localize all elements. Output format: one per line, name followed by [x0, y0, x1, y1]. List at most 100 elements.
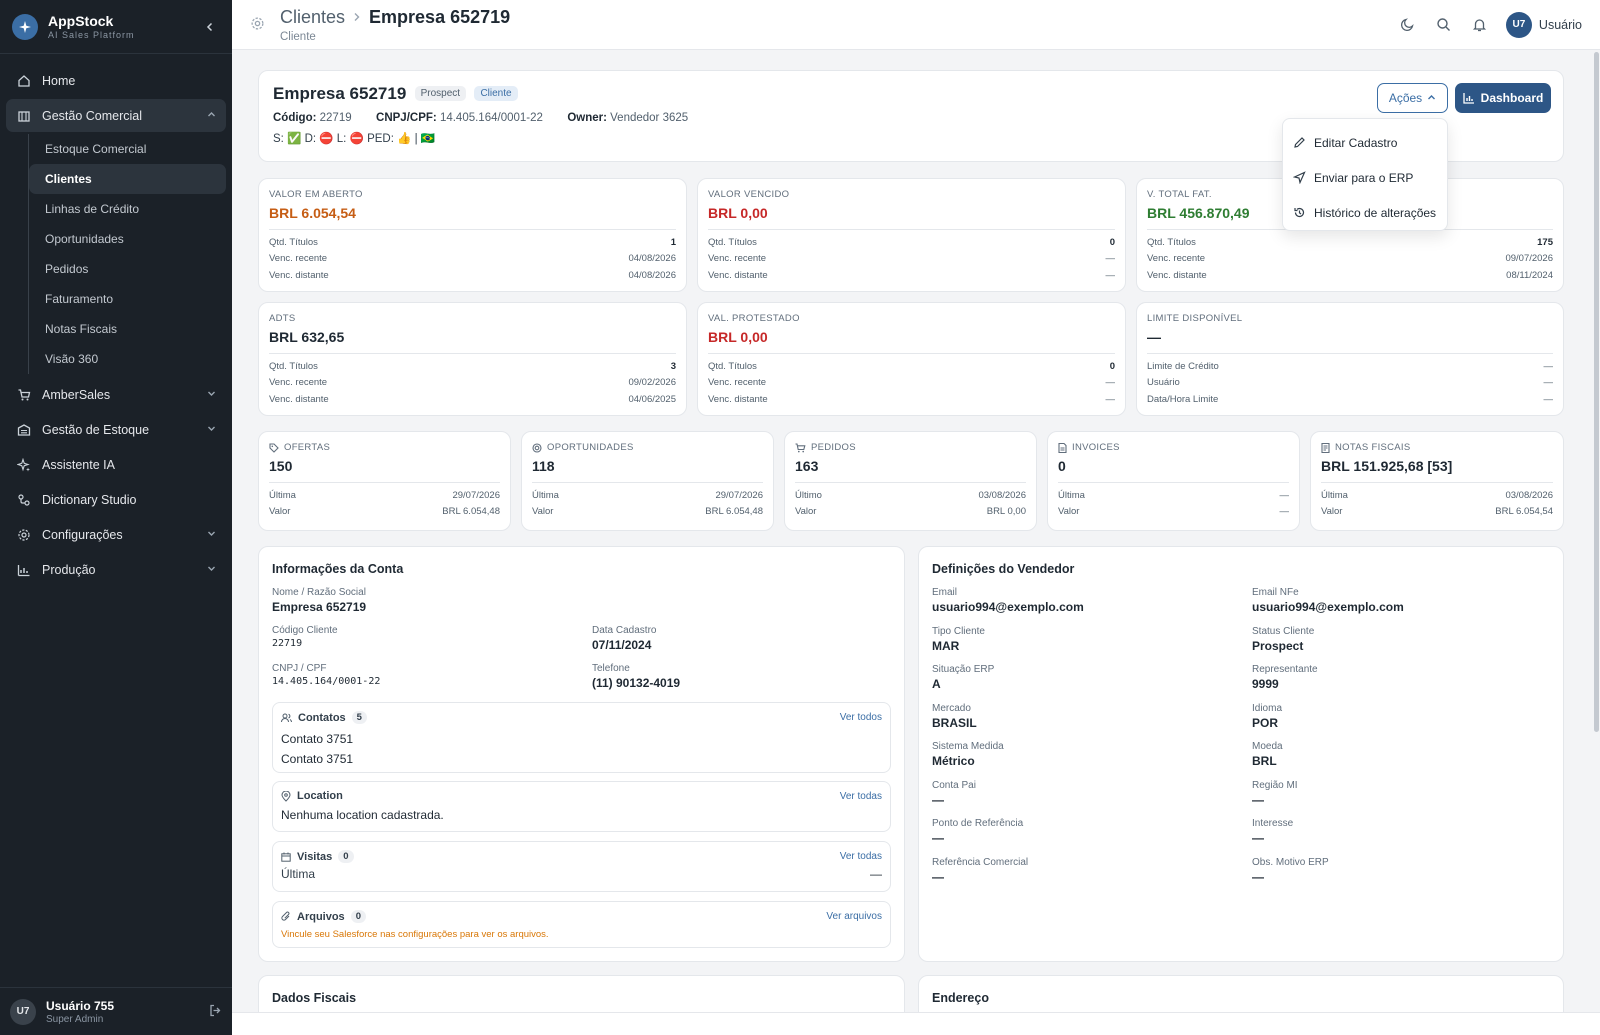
kpi-card-notas-fiscais[interactable]: NOTAS FISCAIS BRL 151.925,68 [53] Última… — [1310, 431, 1564, 531]
location-panel: Location Ver todas Nenhuma location cada… — [272, 781, 891, 832]
sidebar-subitem-visao-360[interactable]: Visão 360 — [29, 344, 226, 374]
sidebar-item-dictionary-studio[interactable]: Dictionary Studio — [6, 483, 226, 516]
section-title: Dados Fiscais — [272, 991, 357, 1005]
field-label: Email — [932, 587, 958, 598]
kpi-card-limite-disponivel: LIMITE DISPONÍVEL — Limite de Crédito — U… — [1136, 302, 1564, 416]
seller-field: Conta Pai — — [932, 780, 976, 807]
field-label: Conta Pai — [932, 779, 976, 791]
gear-icon[interactable] — [250, 16, 266, 34]
kpi-row-value: 03/08/2026 — [1505, 489, 1553, 501]
ver-todas-locations-link[interactable]: Ver todas — [840, 791, 882, 802]
seller-field: Idioma POR — [1252, 703, 1282, 730]
sidebar-item-gestao-comercial[interactable]: Gestão Comercial — [6, 99, 226, 132]
sidebar-subitem-clientes[interactable]: Clientes — [29, 164, 226, 194]
kpi-row-label: Qtd. Títulos — [708, 236, 757, 248]
field-value: Prospect — [1252, 638, 1304, 653]
seller-field: Referência Comercial — — [932, 857, 1028, 884]
ver-todos-contatos-link[interactable]: Ver todos — [840, 712, 882, 723]
dashboard-button[interactable]: Dashboard — [1455, 83, 1551, 113]
section-title: Definições do Vendedor — [932, 562, 1075, 576]
field-label: Situação ERP — [932, 664, 995, 675]
menu-item-enviar-erp[interactable]: Enviar para o ERP — [1283, 160, 1447, 195]
chart-icon — [1463, 93, 1474, 104]
kpi-row: Venc. distante — — [708, 267, 1115, 284]
kpi-row-value: 04/08/2026 — [628, 269, 676, 281]
sidebar-subitem-faturamento[interactable]: Faturamento — [29, 284, 226, 314]
field-value: MAR — [932, 638, 960, 653]
logout-icon[interactable] — [209, 1004, 222, 1020]
sidebar-subitem-notas-fiscais[interactable]: Notas Fiscais — [29, 314, 226, 344]
field-label: Região MI — [1252, 779, 1298, 791]
account-info-card: Informações da Conta Nome / Razão Social… — [258, 546, 905, 962]
section-title: Informações da Conta — [272, 562, 404, 576]
user-menu[interactable]: U7 Usuário — [1505, 11, 1582, 38]
field-value: BRL — [1252, 754, 1277, 768]
kpi-row-label: Venc. distante — [708, 393, 768, 405]
theme-toggle-moon-icon[interactable] — [1390, 10, 1426, 40]
sidebar-subitem-oportunidades[interactable]: Oportunidades — [29, 224, 226, 254]
type-badge: Cliente — [474, 86, 518, 101]
dashboard-label: Dashboard — [1480, 91, 1544, 105]
kpi-row: Limite de Crédito — — [1147, 358, 1553, 375]
acoes-button[interactable]: Ações — [1377, 83, 1448, 113]
acoes-dropdown-menu: Editar Cadastro Enviar para o ERP Histór… — [1282, 118, 1448, 231]
kpi-row-label: Valor — [1058, 506, 1080, 518]
sidebar-user[interactable]: U7 Usuário 755 Super Admin — [0, 987, 232, 1035]
sidebar-subitem-linhas-de-credito[interactable]: Linhas de Crédito — [29, 194, 226, 224]
kpi-label: VAL. PROTESTADO — [708, 313, 800, 324]
scrollbar-thumb[interactable] — [1594, 52, 1599, 732]
menu-item-historico[interactable]: Histórico de alterações — [1283, 195, 1447, 230]
sidebar-item-label: AmberSales — [42, 387, 111, 402]
kpi-row-value: — — [1279, 506, 1290, 518]
breadcrumb-clientes-link[interactable]: Clientes — [280, 7, 345, 28]
owner-value: Vendedor 3625 — [610, 112, 689, 124]
collapse-sidebar-button[interactable] — [200, 19, 220, 35]
kpi-row-label: Venc. recente — [708, 377, 767, 389]
field-label: Ponto de Referência — [932, 818, 1024, 829]
kpi-row-label: Qtd. Títulos — [708, 360, 757, 372]
kpi-label: INVOICES — [1072, 442, 1120, 453]
avatar: U7 — [1505, 11, 1532, 38]
kpi-card-ofertas[interactable]: OFERTAS 150 Última 29/07/2026 Valor BRL 6.… — [258, 431, 511, 531]
contact-item[interactable]: Contato 3751 — [281, 752, 882, 766]
kpi-row: Valor BRL 6.054,54 — [1321, 504, 1553, 521]
factory-icon — [16, 562, 32, 578]
kpi-card-invoices[interactable]: INVOICES 0 Última — Valor — — [1047, 431, 1300, 531]
sidebar-item-ambersales[interactable]: AmberSales — [6, 378, 226, 411]
kpi-row-label: Valor — [795, 506, 817, 518]
sidebar-item-label: Assistente IA — [42, 457, 115, 472]
kpi-label: ADTS — [269, 313, 296, 324]
field-value: 07/11/2024 — [592, 638, 652, 652]
sidebar-item-gestao-de-estoque[interactable]: Gestão de Estoque — [6, 413, 226, 446]
field-label: Mercado — [932, 702, 971, 714]
sidebar-subitem-pedidos[interactable]: Pedidos — [29, 254, 226, 284]
sidebar-item-assistente-ia[interactable]: Assistente IA — [6, 448, 226, 481]
field-value: BRASIL — [932, 715, 977, 730]
ver-arquivos-link[interactable]: Ver arquivos — [826, 911, 882, 922]
kpi-row: Venc. distante 08/11/2024 — [1147, 267, 1553, 284]
field-value: 9999 — [1252, 677, 1279, 691]
bell-icon[interactable] — [1462, 10, 1498, 40]
sidebar-item-configuracoes[interactable]: Configurações — [6, 518, 226, 551]
menu-item-editar-cadastro[interactable]: Editar Cadastro — [1283, 125, 1447, 160]
contact-item[interactable]: Contato 3751 — [281, 732, 882, 746]
sidebar-subitem-estoque-comercial[interactable]: Estoque Comercial — [29, 134, 226, 164]
kpi-row: Venc. distante — — [708, 391, 1115, 408]
kpi-card-pedidos[interactable]: PEDIDOS 163 Último 03/08/2026 Valor BRL 0,… — [784, 431, 1037, 531]
sidebar-item-producao[interactable]: Produção — [6, 553, 226, 586]
users-icon — [281, 713, 292, 722]
seller-definitions-card: Definições do Vendedor Email usuario994@e… — [918, 546, 1564, 962]
field-value: — — [932, 831, 944, 845]
field-label: Obs. Motivo ERP — [1252, 856, 1329, 868]
kpi-row-value: 3 — [670, 360, 676, 372]
kpi-row-label: Venc. recente — [1147, 253, 1206, 265]
kpi-card-oportunidades[interactable]: OPORTUNIDADES 118 Última 29/07/2026 Valor… — [521, 431, 774, 531]
sidebar-item-home[interactable]: Home — [6, 64, 226, 97]
kpi-row-value: 04/06/2025 — [628, 393, 676, 405]
gestao-comercial-submenu: Estoque Comercial Clientes Linhas de Cré… — [28, 134, 226, 374]
kpi-row-label: Valor — [1321, 506, 1343, 518]
search-icon[interactable] — [1426, 10, 1462, 40]
field-value: usuario994@exemplo.com — [932, 600, 1084, 614]
field-label: Interesse — [1252, 818, 1294, 829]
ver-todas-visitas-link[interactable]: Ver todas — [840, 851, 882, 862]
